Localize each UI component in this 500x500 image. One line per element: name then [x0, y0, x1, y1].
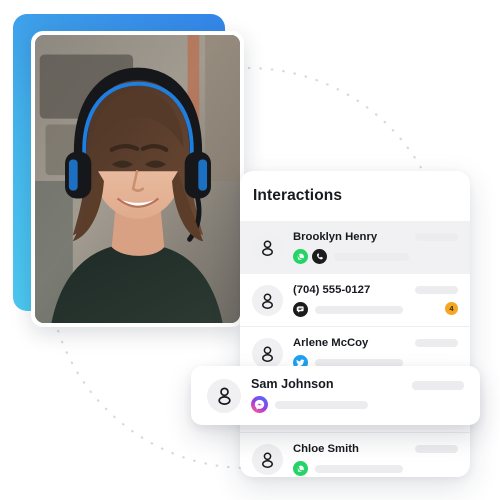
- preview-placeholder-bar: [315, 464, 403, 473]
- list-item[interactable]: (704) 555-0127 4: [240, 274, 470, 327]
- phone-icon[interactable]: [312, 249, 327, 264]
- preview-placeholder-bar: [334, 252, 409, 261]
- highlighted-interaction-card[interactable]: Sam Johnson: [191, 366, 480, 425]
- preview-placeholder-bar: [315, 305, 403, 314]
- avatar: [252, 232, 283, 263]
- list-item[interactable]: Chloe Smith: [240, 433, 470, 477]
- person-icon: [262, 239, 273, 256]
- preview-placeholder-bar: [275, 400, 368, 409]
- timestamp-placeholder-bar: [415, 233, 458, 241]
- list-item-meta: [415, 339, 458, 368]
- promo-illustration: Interactions Brooklyn Henry (704) 555-01…: [0, 0, 500, 500]
- panel-title: Interactions: [253, 187, 343, 204]
- person-icon: [217, 387, 231, 405]
- interactions-panel: Interactions Brooklyn Henry (704) 555-01…: [240, 171, 470, 477]
- person-icon: [262, 292, 273, 309]
- list-item-body: (704) 555-0127: [293, 284, 409, 317]
- person-icon: [262, 451, 273, 468]
- whatsapp-icon[interactable]: [293, 249, 308, 264]
- unread-badge: 4: [445, 302, 458, 315]
- list-item-meta: [412, 380, 464, 411]
- list-item-meta: [415, 233, 458, 262]
- list-item-body: Sam Johnson: [251, 378, 406, 413]
- whatsapp-icon[interactable]: [293, 461, 308, 476]
- channel-row: [293, 461, 409, 476]
- profile-photo: [35, 35, 240, 323]
- contact-name: Sam Johnson: [251, 377, 334, 391]
- timestamp-placeholder-bar: [415, 286, 458, 294]
- avatar: [252, 285, 283, 316]
- timestamp-placeholder-bar: [415, 339, 458, 347]
- contact-name: (704) 555-0127: [293, 284, 371, 296]
- timestamp-placeholder-bar: [412, 380, 464, 390]
- sms-chat-icon[interactable]: [293, 302, 308, 317]
- list-item-body: Chloe Smith: [293, 443, 409, 476]
- interactions-list: Brooklyn Henry (704) 555-0127 4 Arlene M…: [240, 221, 470, 477]
- person-icon: [262, 345, 273, 362]
- list-item-body: Brooklyn Henry: [293, 231, 409, 264]
- list-item-meta: [415, 445, 458, 474]
- messenger-icon[interactable]: [251, 396, 268, 413]
- photo-illustration: [35, 35, 240, 323]
- profile-photo-card: [31, 31, 244, 327]
- contact-name: Brooklyn Henry: [293, 231, 378, 243]
- avatar: [252, 444, 283, 475]
- contact-name: Arlene McCoy: [293, 337, 369, 349]
- channel-row: [293, 302, 409, 317]
- channel-row: [251, 396, 406, 413]
- avatar: [207, 378, 241, 413]
- avatar: [252, 338, 283, 369]
- contact-name: Chloe Smith: [293, 443, 359, 455]
- channel-row: [293, 249, 409, 264]
- timestamp-placeholder-bar: [415, 445, 458, 453]
- list-item-meta: 4: [415, 286, 458, 315]
- list-item[interactable]: Brooklyn Henry: [240, 221, 470, 274]
